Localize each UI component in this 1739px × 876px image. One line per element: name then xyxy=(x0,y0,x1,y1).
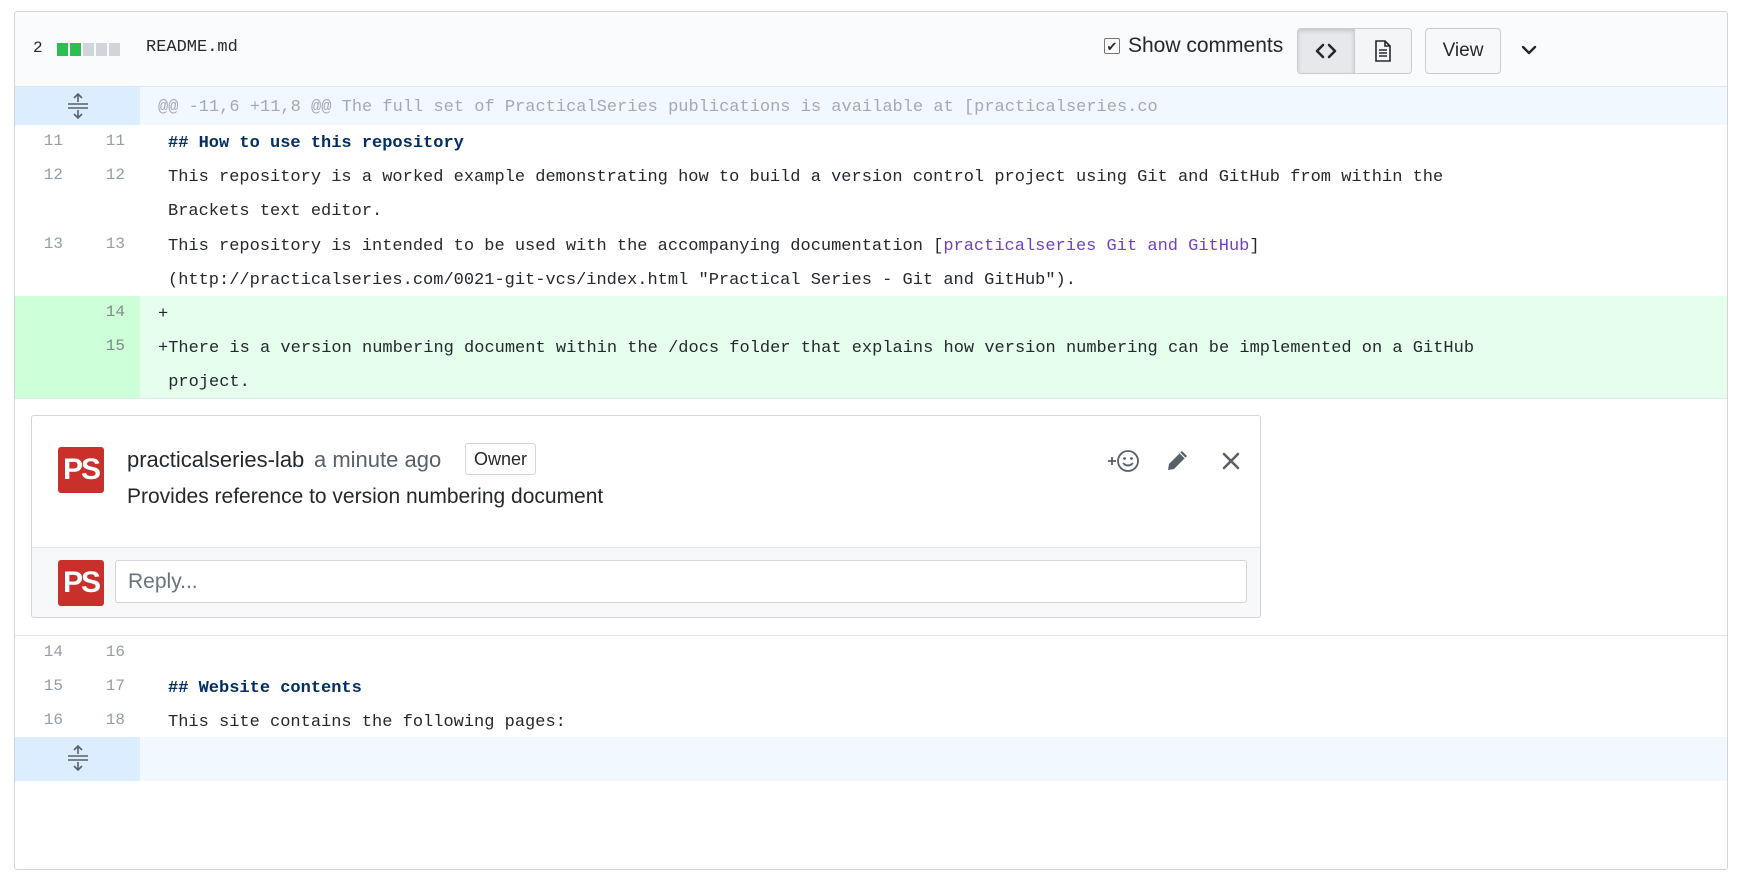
close-icon xyxy=(1222,452,1240,470)
new-line-number[interactable]: 17 xyxy=(85,677,125,695)
edit-comment-button[interactable] xyxy=(1160,446,1194,476)
comment-timestamp[interactable]: a minute ago xyxy=(314,447,441,473)
diffstat-block xyxy=(57,43,68,56)
diffstat-block xyxy=(83,43,94,56)
old-line-number[interactable]: 12 xyxy=(23,166,63,184)
unfold-icon xyxy=(68,745,88,771)
comment-body: Provides reference to version numbering … xyxy=(127,485,604,508)
diff-line: 11 11 ## How to use this repository xyxy=(15,125,1727,159)
diff-file: 2 README.md ✔ Show comments View @@ -11,… xyxy=(14,11,1728,870)
line-code: ## How to use this repository xyxy=(168,134,464,153)
old-line-number[interactable]: 15 xyxy=(23,677,63,695)
comment-actions xyxy=(1106,446,1248,476)
add-reaction-button[interactable] xyxy=(1106,446,1140,476)
diffstat-block xyxy=(70,43,81,56)
new-line-number[interactable]: 15 xyxy=(85,337,125,355)
file-header: 2 README.md ✔ Show comments View xyxy=(15,12,1727,87)
reply-input[interactable] xyxy=(115,560,1247,603)
addition-line: 14 + xyxy=(15,296,1727,330)
line-code: +There is a version numbering document w… xyxy=(158,339,1475,358)
expand-down-button[interactable] xyxy=(65,745,91,771)
new-line-number[interactable]: 13 xyxy=(85,235,125,253)
hunk-header-text: @@ -11,6 +11,8 @@ The full set of Practi… xyxy=(158,98,1158,117)
hunk-expander-bottom xyxy=(15,737,1727,781)
addition-line: 15 +There is a version numbering documen… xyxy=(15,330,1727,398)
diffstat-blocks xyxy=(57,43,120,56)
new-line-number[interactable]: 11 xyxy=(85,132,125,150)
inline-comment-thread: PS practicalseries-lab a minute ago Owne… xyxy=(15,398,1727,636)
diff-line: 16 18 This site contains the following p… xyxy=(15,703,1727,737)
chevron-down-icon xyxy=(1521,45,1537,55)
source-diff-button[interactable] xyxy=(1298,29,1355,73)
old-line-number[interactable]: 14 xyxy=(23,643,63,661)
diffstat-count: 2 xyxy=(33,39,43,57)
show-comments-checkbox[interactable]: ✔ xyxy=(1104,38,1120,54)
rich-diff-button[interactable] xyxy=(1355,29,1411,73)
file-name-link[interactable]: README.md xyxy=(146,38,238,57)
line-code: + xyxy=(158,305,169,324)
delete-comment-button[interactable] xyxy=(1214,446,1248,476)
reply-area: PS xyxy=(32,547,1260,617)
old-line-number[interactable]: 16 xyxy=(23,711,63,729)
owner-badge: Owner xyxy=(465,443,537,475)
line-code-wrap: Brackets text editor. xyxy=(168,202,383,221)
diff-line: 15 17 ## Website contents xyxy=(15,669,1727,703)
line-code: ## Website contents xyxy=(168,679,362,698)
show-comments-toggle[interactable]: ✔ Show comments xyxy=(1104,34,1283,58)
view-file-button[interactable]: View xyxy=(1425,28,1501,74)
avatar[interactable]: PS xyxy=(58,560,104,606)
new-line-number[interactable]: 18 xyxy=(85,711,125,729)
hunk-header-top: @@ -11,6 +11,8 @@ The full set of Practi… xyxy=(15,87,1727,125)
old-line-number[interactable]: 11 xyxy=(23,132,63,150)
line-code-prefix: This repository is intended to be used w… xyxy=(168,237,944,256)
view-mode-toggle xyxy=(1297,28,1412,74)
add-reaction-icon xyxy=(1108,450,1139,472)
avatar[interactable]: PS xyxy=(58,447,104,493)
line-code: This site contains the following pages: xyxy=(168,713,566,732)
diff-line: 12 12 This repository is a worked exampl… xyxy=(15,159,1727,228)
line-code-wrap: project. xyxy=(158,373,250,392)
diff-line: 13 13 This repository is intended to be … xyxy=(15,228,1727,296)
line-code: This repository is a worked example demo… xyxy=(168,168,1444,187)
diff-line: 14 16 xyxy=(15,635,1727,669)
line-code-suffix: ] xyxy=(1249,237,1260,256)
pencil-icon xyxy=(1168,451,1187,470)
old-line-number[interactable]: 13 xyxy=(23,235,63,253)
code-icon xyxy=(1315,43,1337,59)
new-line-number[interactable]: 16 xyxy=(85,643,125,661)
comment: PS practicalseries-lab a minute ago Owne… xyxy=(31,415,1261,618)
file-actions-dropdown[interactable] xyxy=(1515,36,1543,64)
line-code-wrap: (http://practicalseries.com/0021-git-vcs… xyxy=(168,271,1076,290)
new-line-number[interactable]: 12 xyxy=(85,166,125,184)
new-line-number[interactable]: 14 xyxy=(85,303,125,321)
unfold-icon xyxy=(68,93,88,119)
show-comments-label: Show comments xyxy=(1128,34,1284,57)
expand-up-button[interactable] xyxy=(65,93,91,119)
doc-link-text: practicalseries Git and GitHub xyxy=(943,237,1250,256)
diffstat-block xyxy=(96,43,107,56)
file-icon xyxy=(1375,40,1391,62)
diffstat-block xyxy=(109,43,120,56)
line-code: This repository is intended to be used w… xyxy=(168,237,1260,256)
comment-author-link[interactable]: practicalseries-lab xyxy=(127,447,304,473)
